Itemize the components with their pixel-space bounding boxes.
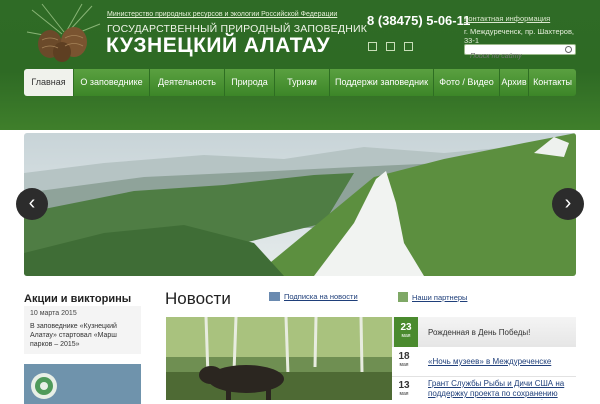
nav-item-about[interactable]: О заповеднике [74,69,150,96]
news-item-title[interactable]: «Ночь музеев» в Междуреченске [428,357,551,367]
mail-icon[interactable] [386,42,395,51]
sitemap-icon[interactable] [404,42,413,51]
slider-next-button[interactable]: › [552,188,584,220]
phone-number: 8 (38475) 5-06-11 [367,13,471,28]
nav-item-contacts[interactable]: Контакты [529,69,576,96]
partners-label: Наши партнеры [412,292,468,302]
nav-item-support[interactable]: Поддержи заповедник [330,69,434,96]
news-item-title[interactable]: Грант Службы Рыбы и Дичи США на поддержк… [428,379,572,400]
search-input[interactable] [465,52,564,61]
partners-icon [398,292,408,302]
promo-text[interactable]: В заповеднике «Кузнецкий Алатау» стартов… [30,322,138,349]
news-item-title[interactable]: Рожденная в День Победы! [428,328,530,338]
promo-section-title: Акции и викторины [24,293,132,305]
news-date-badge: 18 мая [398,351,410,368]
pine-cone-logo-icon[interactable] [22,2,104,66]
news-section-title: Новости [165,289,231,308]
nav-item-nature[interactable]: Природа [225,69,275,96]
nav-item-archive[interactable]: Архив [500,69,529,96]
rss-label: Подписка на новости [284,292,358,301]
partners-link[interactable]: Наши партнеры [398,292,467,302]
news-list-item[interactable]: 13 мая Грант Службы Рыбы и Дичи США на п… [392,377,576,400]
rss-subscribe-link[interactable]: Подписка на новости [269,292,358,301]
nav-item-home[interactable]: Главная [24,69,74,96]
search-box [464,44,576,61]
promo-date: 10 марта 2015 [30,310,77,317]
home-icon[interactable] [368,42,377,51]
header-icons [368,42,413,51]
news-date-badge: 13 мая [398,380,410,397]
news-list-item[interactable]: 23 мая Рожденная в День Победы! [392,317,576,347]
rss-icon [269,292,280,301]
news-list: 23 мая Рожденная в День Победы! 18 мая «… [392,317,576,400]
address-text: г. Междуреченск, пр. Шахтеров, 33-1 [464,27,575,45]
search-icon[interactable] [565,46,572,53]
news-featured-image[interactable] [166,317,392,400]
promo-item[interactable]: 10 марта 2015 В заповеднике «Кузнецкий А… [24,306,141,354]
nav-item-photo-video[interactable]: Фото / Видео [434,69,500,96]
main-nav: Главная О заповеднике Деятельность Приро… [24,69,576,96]
promo-thumbnail-image[interactable] [24,364,141,404]
nav-item-activity[interactable]: Деятельность [150,69,225,96]
reserve-name[interactable]: КУЗНЕЦКИЙ АЛАТАУ [106,34,330,58]
contact-info-link[interactable]: Контактная информация [464,14,550,23]
ministry-link[interactable]: Министерство природных ресурсов и эколог… [107,11,337,18]
slider-prev-button[interactable]: ‹ [16,188,48,220]
news-list-item[interactable]: 18 мая «Ночь музеев» в Междуреченске [392,348,576,377]
news-date-badge: 23 мая [394,317,418,347]
nav-item-tourism[interactable]: Туризм [275,69,330,96]
hero-slide-image [24,133,576,276]
site-header: Министерство природных ресурсов и эколог… [0,0,600,130]
